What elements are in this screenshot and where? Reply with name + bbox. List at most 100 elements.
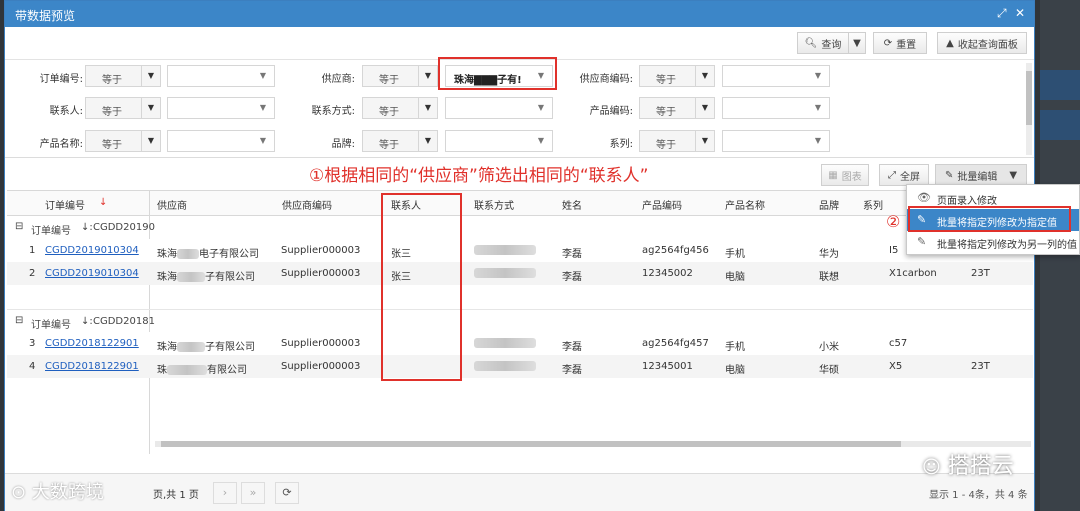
col-product-code[interactable]: 产品编码 <box>642 197 682 212</box>
blurred-contact-method <box>474 268 536 279</box>
fullscreen-icon: ⤢ <box>888 169 896 181</box>
batch-edit-button[interactable]: ✎ 批量编辑 ▼ <box>935 164 1027 186</box>
weibo-icon: ⊙ <box>11 482 27 503</box>
brand-input[interactable]: ▼ <box>445 130 553 152</box>
sort-down-icon[interactable]: ↓ <box>99 197 107 208</box>
supplier-code-input[interactable]: ▼ <box>722 65 830 87</box>
caret-down-icon: ▼ <box>853 37 861 49</box>
col-supplier[interactable]: 供应商 <box>157 197 187 212</box>
last-page-icon[interactable]: » <box>241 482 265 504</box>
supplier-code-operator[interactable]: 等于 ▼ <box>639 65 715 87</box>
caret-down-icon: ▼ <box>259 71 266 80</box>
preview-dialog: 带数据预览 ⤢ ✕ 🔍︎ 查询 ▼ ⟳ 重置 ▲ 收起查询面板 订单编号: 等于 ▼ ▼… <box>4 0 1035 511</box>
grid-header: 订单编号 ↓ 供应商 供应商编码 联系人 联系方式 姓名 产品编码 产品名称 品… <box>7 191 1033 216</box>
caret-down-icon: ▼ <box>259 103 266 112</box>
caret-down-icon: ▼ <box>695 131 714 151</box>
supplier-operator[interactable]: 等于 ▼ <box>362 65 438 87</box>
pager: 页,共 1 页 › » ⟳ 显示 1 - 4条，共 4 条 <box>5 473 1034 511</box>
brand-operator[interactable]: 等于 ▼ <box>362 130 438 152</box>
col-order-no[interactable]: 订单编号 <box>45 197 85 212</box>
fullscreen-button[interactable]: ⤢ 全屏 <box>879 164 929 186</box>
annotation-step2: ② <box>886 212 901 231</box>
annotation-step1: ①根据相同的“供应商”筛选出相同的“联系人” <box>309 166 649 186</box>
query-toolbar: 🔍︎ 查询 ▼ ⟳ 重置 ▲ 收起查询面板 <box>5 27 1034 60</box>
col-supplier-code[interactable]: 供应商编码 <box>282 197 332 212</box>
product-code-input[interactable]: ▼ <box>722 97 830 119</box>
contact-method-input[interactable]: ▼ <box>445 97 553 119</box>
table-row[interactable]: 4 CGDD2018122901 珠有限公司 Supplier000003 李磊… <box>7 355 1033 378</box>
col-name[interactable]: 姓名 <box>562 197 582 212</box>
contact-input[interactable]: ▼ <box>167 97 275 119</box>
collapse-group-icon[interactable]: ⊟ <box>15 221 23 232</box>
contact-operator[interactable]: 等于 ▼ <box>85 97 161 119</box>
caret-down-icon: ▼ <box>695 98 714 118</box>
order-no-input[interactable]: ▼ <box>167 65 275 87</box>
series-label: 系列: <box>609 139 633 150</box>
product-name-input[interactable]: ▼ <box>167 130 275 152</box>
refresh-icon[interactable]: ⟳ <box>275 482 299 504</box>
col-contact-method[interactable]: 联系方式 <box>474 197 514 212</box>
group-row[interactable]: ⊟ 订单编号 ↓: CGDD20181 <box>7 309 1033 334</box>
caret-down-icon: ▼ <box>537 136 544 145</box>
product-code-label: 产品编码: <box>589 106 633 117</box>
contact-method-label: 联系方式: <box>311 106 355 117</box>
grid-horizontal-scrollbar[interactable] <box>155 441 1031 447</box>
group-row[interactable]: ⊟ 订单编号 ↓: CGDD20190 <box>7 216 1033 240</box>
contact-column-highlight <box>381 193 462 381</box>
blurred-contact-method <box>474 245 536 256</box>
order-no-label: 订单编号: <box>39 74 83 85</box>
reset-button[interactable]: ⟳ 重置 <box>873 32 927 54</box>
collapse-panel-button[interactable]: ▲ 收起查询面板 <box>937 32 1027 54</box>
watermark-left: ⊙ 大数跨境 <box>11 482 104 503</box>
edit-icon: ✎ <box>944 169 954 181</box>
caret-down-icon: ▼ <box>695 66 714 86</box>
caret-down-icon: ▼ <box>418 66 437 86</box>
eye-icon: 👁︎ <box>917 191 931 204</box>
brand-label: 品牌: <box>331 139 355 150</box>
contact-label: 联系人: <box>49 106 83 117</box>
search-icon: 🔍︎ <box>804 37 818 49</box>
caret-down-icon: ▼ <box>418 98 437 118</box>
supplier-label: 供应商: <box>321 74 355 85</box>
contact-method-operator[interactable]: 等于 ▼ <box>362 97 438 119</box>
menu-item-highlight <box>908 206 1071 232</box>
supplier-code-label: 供应商编码: <box>579 74 633 85</box>
product-name-operator[interactable]: 等于 ▼ <box>85 130 161 152</box>
series-input[interactable]: ▼ <box>722 130 830 152</box>
table-row[interactable]: 2 CGDD2019010304 珠海 子有限公司 Supplier000003 … <box>7 262 1033 285</box>
caret-up-icon: ▲ <box>946 37 954 49</box>
page-summary: 显示 1 - 4条，共 4 条 <box>929 490 1028 501</box>
collapse-group-icon[interactable]: ⊟ <box>15 315 23 326</box>
page-text: 页,共 1 页 <box>153 490 199 501</box>
caret-down-icon: ▼ <box>418 131 437 151</box>
table-row[interactable]: 1 CGDD2019010304 珠海 电子有限公司 Supplier000003… <box>7 239 1033 262</box>
chart-button[interactable]: ▦ 图表 <box>821 164 869 186</box>
watermark-right: ☺ 搭搭云 <box>922 454 1014 479</box>
table-row[interactable]: 3 CGDD2018122901 珠海 子有限公司 Supplier000003 … <box>7 332 1033 355</box>
chart-icon: ▦ <box>828 169 838 181</box>
series-operator[interactable]: 等于 ▼ <box>639 130 715 152</box>
background-panel <box>1040 0 1080 511</box>
next-page-icon[interactable]: › <box>213 482 237 504</box>
supplier-highlight <box>438 57 557 90</box>
query-button[interactable]: 🔍︎ 查询 <box>797 32 849 54</box>
menu-item-copy-column[interactable]: ✎ 批量将指定列修改为另一列的值 <box>907 231 1079 253</box>
order-no-operator[interactable]: 等于 ▼ <box>85 65 161 87</box>
wechat-icon: ☺ <box>922 457 941 478</box>
col-series[interactable]: 系列 <box>863 197 883 212</box>
filter-vertical-scrollbar[interactable] <box>1026 63 1032 155</box>
close-icon[interactable]: ✕ <box>1015 6 1025 20</box>
caret-down-icon: ▼ <box>141 98 160 118</box>
blurred-contact-method <box>474 361 536 372</box>
data-grid: 订单编号 ↓ 供应商 供应商编码 联系人 联系方式 姓名 产品编码 产品名称 品… <box>7 190 1033 454</box>
caret-down-icon: ▼ <box>814 103 821 112</box>
col-product-name[interactable]: 产品名称 <box>725 197 765 212</box>
refresh-icon: ⟳ <box>883 37 893 49</box>
product-code-operator[interactable]: 等于 ▼ <box>639 97 715 119</box>
query-dropdown-button[interactable]: ▼ <box>848 32 866 54</box>
dialog-title: 带数据预览 <box>15 9 76 23</box>
caret-down-icon: ▼ <box>1009 169 1018 181</box>
caret-down-icon: ▼ <box>141 131 160 151</box>
maximize-icon[interactable]: ⤢ <box>997 6 1007 21</box>
col-brand[interactable]: 品牌 <box>819 197 839 212</box>
